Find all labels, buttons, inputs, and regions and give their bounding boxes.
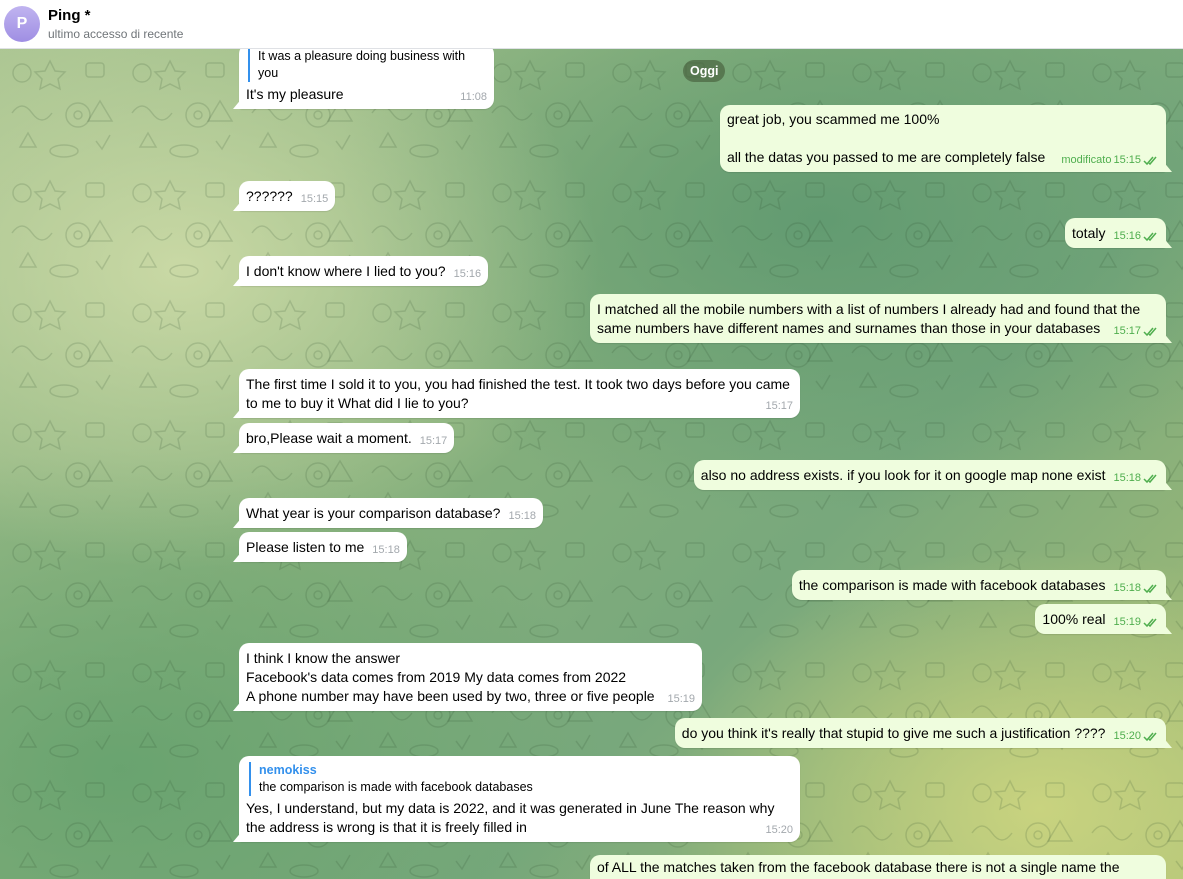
double-check-icon: [1143, 156, 1157, 166]
message-time: 15:19: [1113, 616, 1141, 628]
message-incoming[interactable]: What year is your comparison database? 1…: [239, 498, 543, 528]
double-check-icon: [1143, 474, 1157, 484]
message-time: 15:16: [453, 268, 482, 280]
chat-window: P Ping * ultimo accesso di recente Oggi …: [0, 0, 1183, 879]
message-time: 15:20: [765, 824, 793, 836]
message-text: also no address exists. if you look for …: [700, 467, 1106, 483]
message-time: 15:15: [300, 193, 329, 205]
message-meta: 15:16: [1113, 230, 1159, 243]
message-meta: modificato 15:15: [1061, 154, 1159, 167]
reply-quote[interactable]: nemokiss the comparison is made with fac…: [249, 762, 793, 796]
message-text: The first time I sold it to you, you had…: [246, 376, 794, 411]
message-time: 15:18: [1113, 582, 1141, 594]
message-text: bro,Please wait a moment.: [246, 430, 412, 446]
double-check-icon: [1143, 232, 1157, 242]
message-outgoing[interactable]: 100% real 15:19: [1035, 604, 1166, 634]
message-time: 11:08: [460, 91, 487, 103]
message-text: Yes, I understand, but my data is 2022, …: [246, 800, 779, 835]
message-time: 15:20: [1113, 730, 1141, 742]
chat-status: ultimo accesso di recente: [48, 27, 184, 41]
message-incoming[interactable]: I don't know where I lied to you? 15:16: [239, 256, 489, 286]
message-text: totaly: [1072, 225, 1106, 241]
message-meta: 15:18: [1113, 582, 1159, 595]
message-time: 15:18: [372, 544, 400, 556]
message-text: 100% real: [1042, 611, 1106, 627]
message-meta: 15:17: [1113, 325, 1159, 338]
message-text: do you think it's really that stupid to …: [681, 725, 1106, 741]
message-text: What year is your comparison database?: [246, 505, 501, 521]
message-meta: 15:20: [1113, 730, 1159, 743]
date-separator: Oggi: [683, 60, 726, 82]
message-meta: 15:17: [420, 435, 448, 448]
chat-header[interactable]: P Ping * ultimo accesso di recente: [0, 0, 1183, 49]
message-incoming[interactable]: It was a pleasure doing business with yo…: [239, 44, 494, 109]
message-text: great job, you scammed me 100% all the d…: [727, 111, 1046, 165]
message-outgoing[interactable]: totaly 15:16: [1065, 218, 1166, 248]
message-meta: 15:18: [372, 544, 400, 557]
message-text: the comparison is made with facebook dat…: [798, 577, 1106, 593]
message-text: I don't know where I lied to you?: [246, 263, 446, 279]
double-check-icon: [1143, 732, 1157, 742]
message-time: 15:18: [1113, 472, 1141, 484]
message-meta: 11:08: [460, 91, 487, 104]
message-text: It's my pleasure: [246, 86, 344, 102]
message-incoming[interactable]: bro,Please wait a moment. 15:17: [239, 423, 455, 453]
double-check-icon: [1143, 327, 1157, 337]
message-meta: 15:15: [301, 193, 329, 206]
message-time: 15:18: [508, 510, 536, 522]
message-meta: 15:19: [1113, 616, 1159, 629]
message-text: of ALL the matches taken from the facebo…: [597, 859, 1120, 875]
message-meta: 15:19: [667, 693, 695, 706]
message-time: 15:15: [1113, 154, 1141, 166]
message-incoming[interactable]: The first time I sold it to you, you had…: [239, 369, 800, 418]
message-time: 15:16: [1113, 230, 1141, 242]
message-time: 15:17: [419, 435, 448, 447]
edited-label: modificato: [1061, 154, 1112, 166]
message-incoming[interactable]: nemokiss the comparison is made with fac…: [239, 756, 800, 842]
message-meta: 15:16: [454, 268, 482, 281]
message-meta: 15:18: [1113, 472, 1159, 485]
double-check-icon: [1143, 618, 1157, 628]
double-check-icon: [1143, 584, 1157, 594]
message-outgoing[interactable]: do you think it's really that stupid to …: [674, 718, 1166, 748]
message-outgoing[interactable]: of ALL the matches taken from the facebo…: [590, 855, 1166, 879]
message-outgoing[interactable]: I matched all the mobile numbers with a …: [590, 294, 1166, 343]
message-time: 15:19: [667, 693, 695, 705]
message-text: I matched all the mobile numbers with a …: [597, 301, 1145, 336]
message-outgoing[interactable]: the comparison is made with facebook dat…: [791, 570, 1166, 600]
reply-quote-text: the comparison is made with facebook dat…: [259, 780, 533, 794]
avatar[interactable]: P: [4, 6, 40, 42]
message-time: 15:17: [1113, 325, 1141, 337]
message-meta: 15:20: [765, 824, 793, 837]
message-meta: 15:18: [508, 510, 536, 523]
message-incoming[interactable]: I think I know the answer Facebook's dat…: [239, 643, 702, 711]
message-time: 15:17: [765, 400, 793, 412]
reply-quote-text: It was a pleasure doing business with yo…: [258, 49, 466, 80]
reply-quote-author: nemokiss: [259, 763, 317, 777]
chat-title[interactable]: Ping *: [48, 7, 91, 24]
message-text: Please listen to me: [246, 539, 365, 555]
message-incoming[interactable]: Please listen to me 15:18: [239, 532, 407, 562]
message-outgoing[interactable]: also no address exists. if you look for …: [693, 460, 1166, 490]
message-text: ??????: [246, 188, 293, 204]
message-incoming[interactable]: ?????? 15:15: [239, 181, 336, 211]
reply-quote[interactable]: It was a pleasure doing business with yo…: [248, 48, 487, 82]
message-outgoing[interactable]: great job, you scammed me 100% all the d…: [720, 105, 1166, 172]
message-meta: 15:17: [765, 400, 793, 413]
message-text: I think I know the answer Facebook's dat…: [246, 650, 655, 704]
